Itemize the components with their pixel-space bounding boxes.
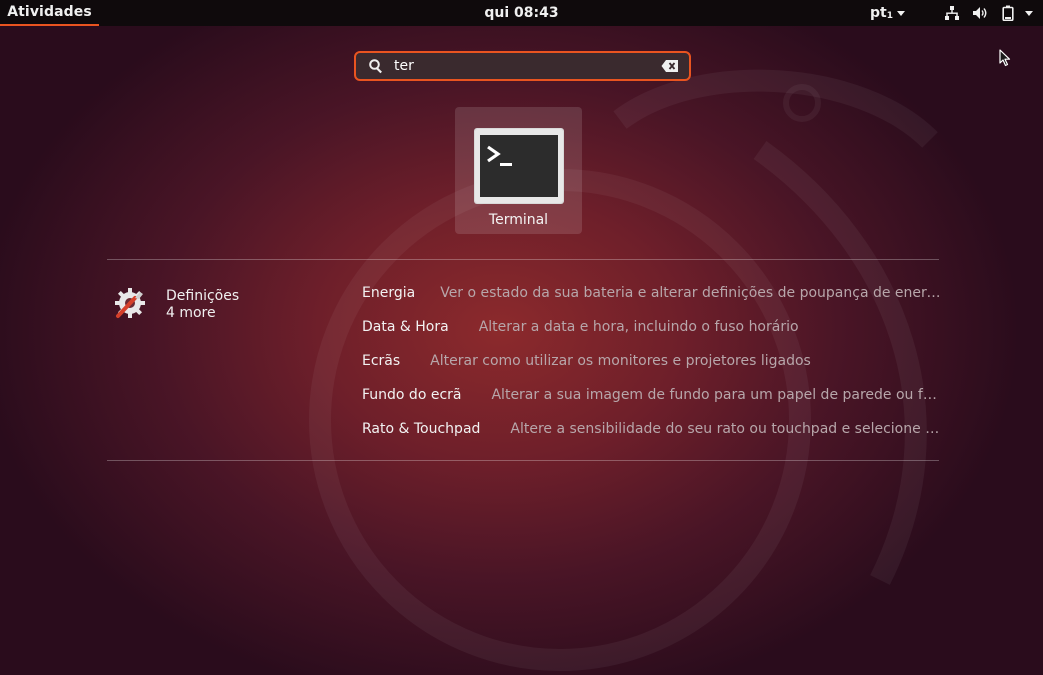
clear-text-icon[interactable] xyxy=(661,59,679,73)
battery-icon[interactable] xyxy=(999,4,1017,22)
result-description: Alterar a sua imagem de fundo para um pa… xyxy=(491,387,942,403)
network-icon[interactable] xyxy=(943,4,961,22)
provider-settings[interactable]: Definições 4 more xyxy=(113,286,239,322)
keyboard-layout-label: pt xyxy=(870,5,887,21)
result-name: Data & Hora xyxy=(362,319,449,335)
app-result-label: Terminal xyxy=(488,212,549,228)
result-description: Ver o estado da sua bateria e alterar de… xyxy=(440,285,942,301)
provider-more: 4 more xyxy=(166,305,216,321)
result-item-ecras[interactable]: Ecrãs Alterar como utilizar os monitores… xyxy=(362,352,942,386)
result-description: Alterar a data e hora, incluindo o fuso … xyxy=(478,319,799,335)
chevron-down-icon xyxy=(897,10,905,16)
provider-name: Definições xyxy=(166,288,240,304)
result-description: Alterar como utilizar os monitores e pro… xyxy=(430,353,811,369)
result-item-data-hora[interactable]: Data & Hora Alterar a data e hora, inclu… xyxy=(362,318,942,352)
terminal-icon xyxy=(473,128,564,204)
divider xyxy=(107,259,939,260)
app-result-terminal[interactable]: Terminal xyxy=(455,107,582,234)
system-tray: pt 1 xyxy=(870,0,1033,26)
system-menu-arrow-icon[interactable] xyxy=(1025,10,1033,16)
settings-icon xyxy=(115,288,145,318)
result-name: Fundo do ecrã xyxy=(362,387,462,403)
mouse-cursor-icon xyxy=(999,49,1011,67)
result-name: Ecrãs xyxy=(362,353,401,369)
top-bar: Atividades qui 08:43 pt 1 xyxy=(0,0,1043,26)
settings-results-list: Energia Ver o estado da sua bateria e al… xyxy=(362,284,942,454)
result-name: Rato & Touchpad xyxy=(362,421,481,437)
search-icon xyxy=(369,59,382,74)
result-description: Altere a sensibilidade do seu rato ou to… xyxy=(510,421,942,437)
volume-icon[interactable] xyxy=(971,4,989,22)
result-item-rato-touchpad[interactable]: Rato & Touchpad Altere a sensibilidade d… xyxy=(362,420,942,454)
result-item-energia[interactable]: Energia Ver o estado da sua bateria e al… xyxy=(362,284,942,318)
clock-button[interactable]: qui 08:43 xyxy=(484,5,558,21)
search-box[interactable] xyxy=(354,51,691,81)
result-name: Energia xyxy=(362,285,416,301)
keyboard-layout-button[interactable]: pt 1 xyxy=(870,5,905,21)
keyboard-layout-index: 1 xyxy=(886,10,893,21)
result-item-fundo-do-ecra[interactable]: Fundo do ecrã Alterar a sua imagem de fu… xyxy=(362,386,942,420)
divider xyxy=(107,460,939,461)
search-input[interactable] xyxy=(394,58,661,74)
